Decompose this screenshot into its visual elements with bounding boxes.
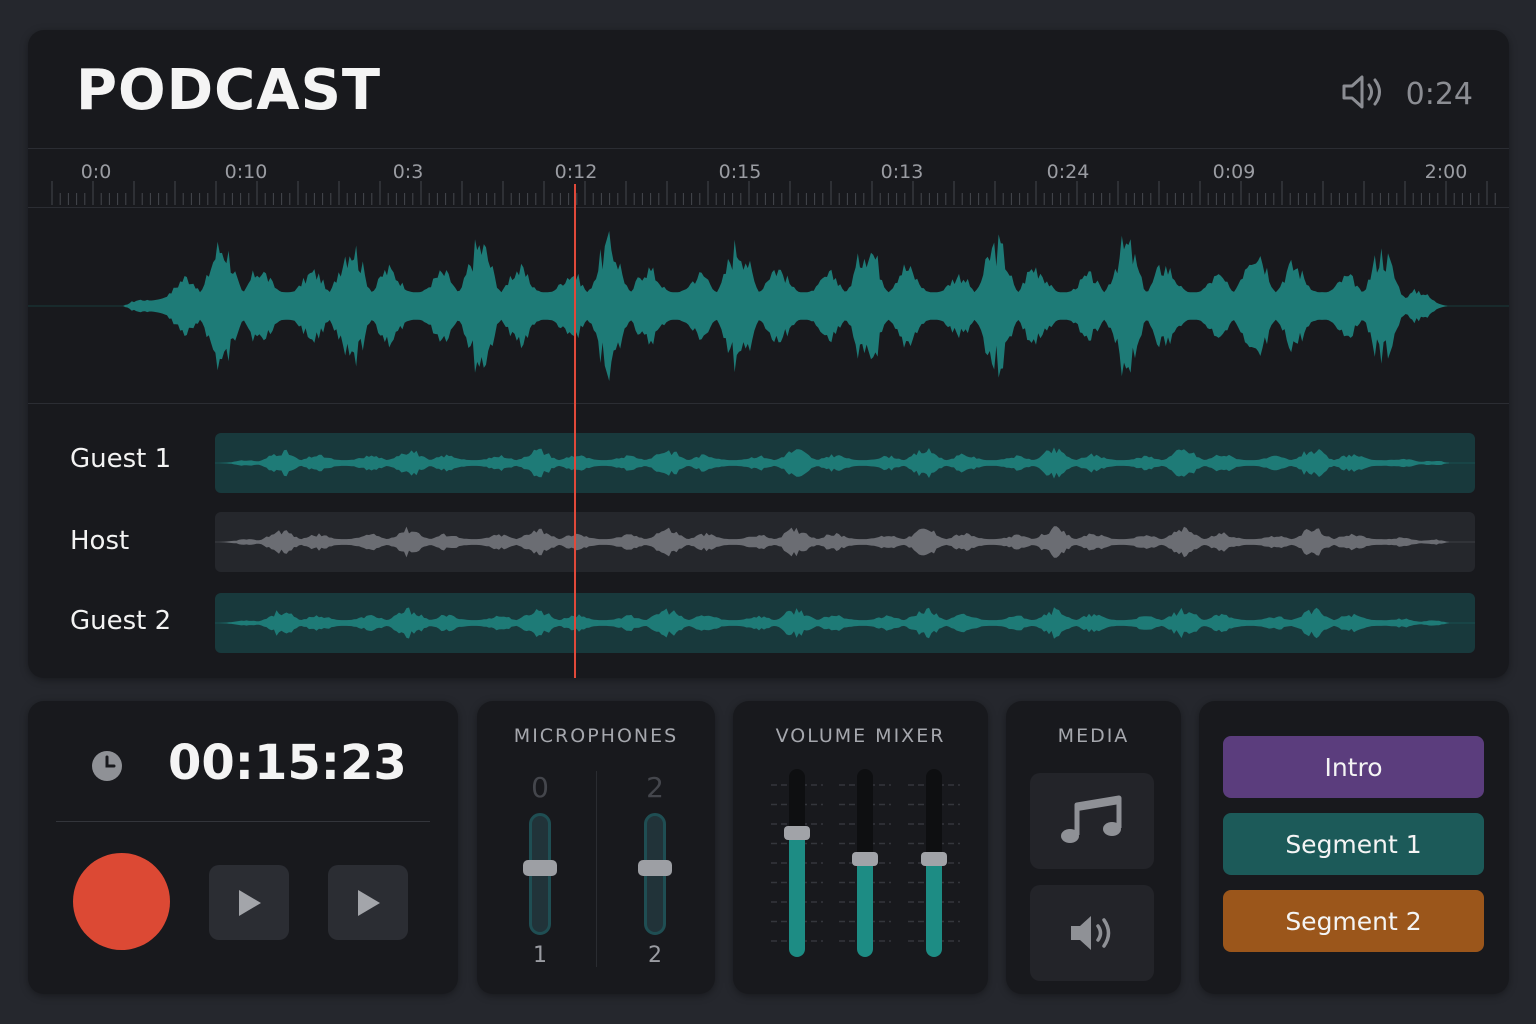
play-button[interactable]: [209, 865, 289, 940]
play-next-button[interactable]: [328, 865, 408, 940]
track-guest-1[interactable]: [215, 433, 1475, 493]
volume-fader-thumb[interactable]: [921, 852, 947, 867]
volume-fader-level: [857, 859, 873, 957]
mic-channel-top-label: 0: [531, 771, 549, 804]
mic-slider-thumb[interactable]: [523, 859, 557, 876]
track-waveform: [215, 607, 1475, 639]
tick-label: 2:00: [1424, 161, 1468, 183]
tick-label: 0:12: [554, 161, 598, 183]
speaker-icon: [1071, 916, 1111, 950]
media-panel: MEDIA: [1006, 701, 1181, 994]
track-label-host: Host: [70, 526, 130, 556]
track-label-guest-2: Guest 2: [70, 606, 172, 636]
main-waveform-graphic: [28, 231, 1509, 381]
volume-mixer-panel: VOLUME MIXER: [733, 701, 988, 994]
recording-timer: 00:15:23: [168, 735, 407, 791]
volume-fader-level: [926, 859, 942, 957]
page-title: PODCAST: [76, 58, 382, 123]
play-icon: [358, 889, 380, 916]
tick-label: 0:0: [80, 161, 112, 183]
volume-fader-level: [789, 832, 805, 957]
music-button[interactable]: [1030, 773, 1154, 869]
divider: [596, 771, 597, 967]
tick-label: 0:3: [392, 161, 424, 183]
header-status: 0:24: [1340, 72, 1473, 116]
clock-icon: [90, 749, 124, 787]
track-label-guest-1: Guest 1: [70, 444, 172, 474]
tick-label: 0:10: [224, 161, 268, 183]
sound-effects-button[interactable]: [1030, 885, 1154, 981]
track-waveform: [215, 447, 1475, 479]
record-button[interactable]: [73, 853, 170, 950]
section-title: MICROPHONES: [513, 725, 679, 747]
track-guest-2[interactable]: [215, 593, 1475, 653]
mic-channel-label: 1: [533, 943, 547, 968]
volume-fader-thumb[interactable]: [784, 825, 810, 840]
volume-fader-thumb[interactable]: [852, 852, 878, 867]
segments-panel: Intro Segment 1 Segment 2: [1199, 701, 1509, 994]
editor-panel: PODCAST 0:24 0:0 0:10 0:3 0:12 0:15 0:13 0:24 0…: [28, 30, 1509, 678]
microphones-panel: MICROPHONES 0 2 1 2: [477, 701, 715, 994]
segment-2-button[interactable]: Segment 2: [1223, 890, 1484, 952]
segment-intro-button[interactable]: Intro: [1223, 736, 1484, 798]
track-host[interactable]: [215, 512, 1475, 572]
timeline-ruler[interactable]: 0:0 0:10 0:3 0:12 0:15 0:13 0:24 0:09 2:00: [28, 148, 1509, 208]
speaker-icon[interactable]: [1340, 72, 1388, 116]
segment-1-button[interactable]: Segment 1: [1223, 813, 1484, 875]
current-time: 0:24: [1405, 76, 1473, 112]
mic-channel-top-label: 2: [646, 771, 664, 804]
mic-slider-thumb[interactable]: [638, 859, 672, 876]
section-title: MEDIA: [1057, 725, 1130, 747]
tick-label: 0:13: [880, 161, 924, 183]
tick-label: 0:09: [1212, 161, 1256, 183]
tick-label: 0:15: [718, 161, 762, 183]
music-note-icon: [1061, 795, 1122, 843]
play-icon: [239, 889, 261, 916]
track-waveform: [215, 526, 1475, 558]
mic-channel-label: 2: [648, 943, 662, 968]
transport-panel: 00:15:23: [28, 701, 458, 994]
divider: [56, 821, 430, 822]
playhead[interactable]: [574, 184, 576, 678]
tick-label: 0:24: [1046, 161, 1090, 183]
main-waveform[interactable]: [28, 208, 1509, 404]
